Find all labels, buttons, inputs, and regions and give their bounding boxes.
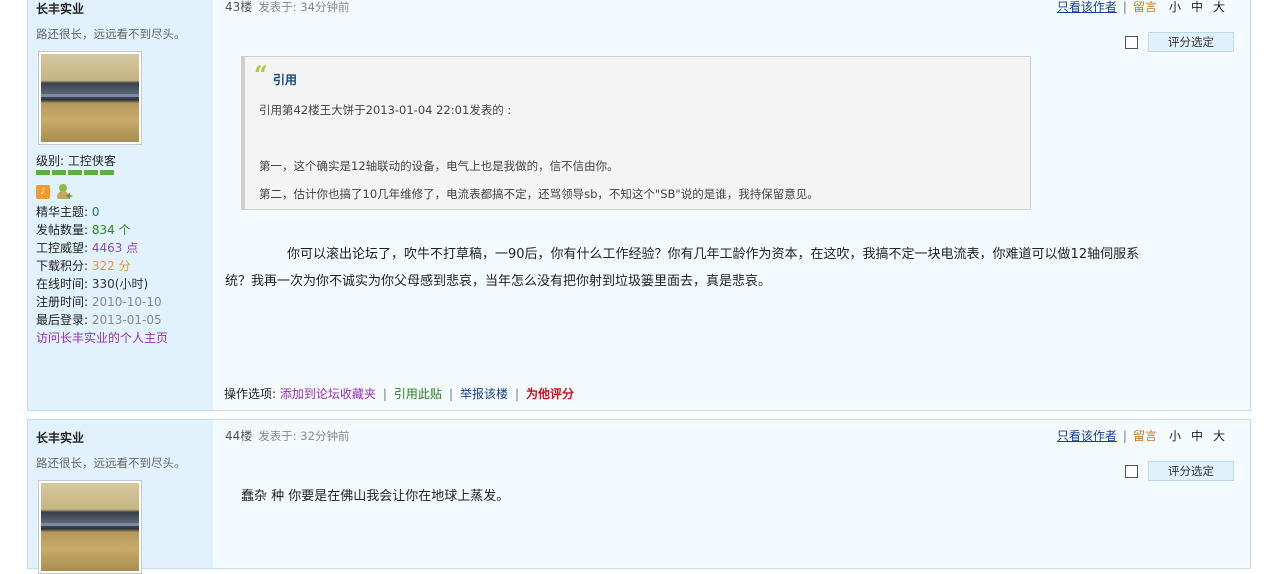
- font-small[interactable]: 小: [1169, 0, 1181, 14]
- username[interactable]: 长丰实业: [36, 429, 84, 446]
- post-operations: 操作选项: 添加到论坛收藏夹 | 引用此贴 | 举报该楼 | 为他评分: [224, 387, 575, 401]
- visit-homepage-link[interactable]: 访问长丰实业的个人主页: [36, 329, 168, 347]
- post-time: 发表于: 34分钟前: [258, 0, 350, 14]
- user-sidebar: 长丰实业 路还很长，远远看不到尽头。 级别: 工控侠客 ♪ + 精华主题: 0 发…: [28, 0, 213, 410]
- floor-number: 43楼: [225, 0, 253, 14]
- rate-select: 评分选定: [1125, 32, 1234, 52]
- level-bar: [36, 170, 116, 175]
- stat-download-points: 下载积分: 322 分: [36, 259, 131, 273]
- quote-block: “ 引用 引用第42楼王大饼于2013-01-04 22:01发表的 : 第一，…: [241, 56, 1031, 210]
- rate-select-button[interactable]: 评分选定: [1148, 461, 1234, 481]
- avatar[interactable]: [38, 480, 142, 574]
- stat-posts: 发帖数量: 834 个: [36, 223, 131, 237]
- post-body: 43楼 发表于: 34分钟前 只看该作者 | 留言小中大 评分选定 “ 引用 引用第4…: [213, 0, 1250, 410]
- post-body: 44楼 发表于: 32分钟前 只看该作者 | 留言小中大 评分选定 蠢杂 种 你要是在…: [213, 420, 1250, 568]
- user-signature: 路还很长，远远看不到尽头。: [36, 27, 186, 41]
- content-line: 你可以滚出论坛了，吹牛不打草稿，一90后，你有什么工作经验？你有几年工龄作为资本…: [287, 247, 1140, 262]
- stat-register-time: 注册时间: 2010-10-10: [36, 295, 162, 309]
- post-tools: 只看该作者 | 留言小中大: [1056, 429, 1225, 443]
- user-icons: ♪ +: [36, 184, 78, 202]
- stat-online-time: 在线时间: 330(小时): [36, 277, 149, 291]
- quote-line: 第二，估计你也搞了10几年维修了，电流表都搞不定，还骂领导sb，不知这个"SB"…: [259, 187, 819, 201]
- quote-line: 引用第42楼王大饼于2013-01-04 22:01发表的 :: [259, 103, 512, 117]
- font-medium[interactable]: 中: [1191, 0, 1203, 14]
- user-sidebar: 长丰实业 路还很长，远远看不到尽头。: [28, 420, 213, 574]
- message-link[interactable]: 留言: [1133, 0, 1157, 14]
- forum-post-44: 长丰实业 路还很长，远远看不到尽头。 44楼 发表于: 32分钟前 只看该作者 | 留…: [27, 419, 1251, 574]
- post-content: 你可以滚出论坛了，吹牛不打草稿，一90后，你有什么工作经验？你有几年工龄作为资本…: [225, 241, 1139, 295]
- quote-post-link[interactable]: 引用此贴: [394, 387, 442, 401]
- stat-prestige: 工控威望: 4463 点: [36, 241, 139, 255]
- user-stats: 精华主题: 0 发帖数量: 834 个 工控威望: 4463 点 下载积分: 3…: [36, 203, 168, 347]
- font-medium[interactable]: 中: [1191, 429, 1203, 443]
- rate-select: 评分选定: [1125, 461, 1234, 481]
- rate-user-link[interactable]: 为他评分: [526, 387, 574, 401]
- author-only-link[interactable]: 只看该作者: [1057, 0, 1117, 14]
- speaker-icon[interactable]: ♪: [36, 185, 50, 199]
- post-time: 发表于: 32分钟前: [258, 429, 350, 443]
- quote-icon: “: [254, 60, 268, 89]
- quote-line: 第一，这个确实是12轴联动的设备，电气上也是我做的，信不信由你。: [259, 159, 619, 173]
- message-link[interactable]: 留言: [1133, 429, 1157, 443]
- post-meta: 44楼 发表于: 32分钟前: [225, 427, 349, 444]
- floor-number: 44楼: [225, 429, 253, 443]
- font-large[interactable]: 大: [1213, 429, 1225, 443]
- stat-essence: 精华主题: 0: [36, 205, 100, 219]
- content-line: 统？我再一次为你不诚实为你父母感到悲哀，当年怎么没有把你射到垃圾篓里面去，真是悲…: [225, 274, 772, 289]
- add-favorite-link[interactable]: 添加到论坛收藏夹: [280, 387, 376, 401]
- font-small[interactable]: 小: [1169, 429, 1181, 443]
- forum-post-43: 长丰实业 路还很长，远远看不到尽头。 级别: 工控侠客 ♪ + 精华主题: 0 发…: [27, 0, 1251, 411]
- author-only-link[interactable]: 只看该作者: [1057, 429, 1117, 443]
- rate-select-button[interactable]: 评分选定: [1148, 32, 1234, 52]
- stat-last-login: 最后登录: 2013-01-05: [36, 313, 162, 327]
- quote-title: 引用: [273, 73, 298, 87]
- add-friend-icon[interactable]: +: [56, 184, 73, 202]
- select-checkbox[interactable]: [1125, 464, 1138, 478]
- report-link[interactable]: 举报该楼: [460, 387, 508, 401]
- user-signature: 路还很长，远远看不到尽头。: [36, 456, 186, 470]
- user-level: 级别: 工控侠客: [36, 154, 116, 168]
- post-content: 蠢杂 种 你要是在佛山我会让你在地球上蒸发。: [241, 489, 510, 504]
- post-meta: 43楼 发表于: 34分钟前: [225, 0, 349, 15]
- font-large[interactable]: 大: [1213, 0, 1225, 14]
- avatar[interactable]: [38, 51, 142, 145]
- username[interactable]: 长丰实业: [36, 0, 84, 17]
- post-tools: 只看该作者 | 留言小中大: [1056, 0, 1225, 14]
- select-checkbox[interactable]: [1125, 35, 1138, 49]
